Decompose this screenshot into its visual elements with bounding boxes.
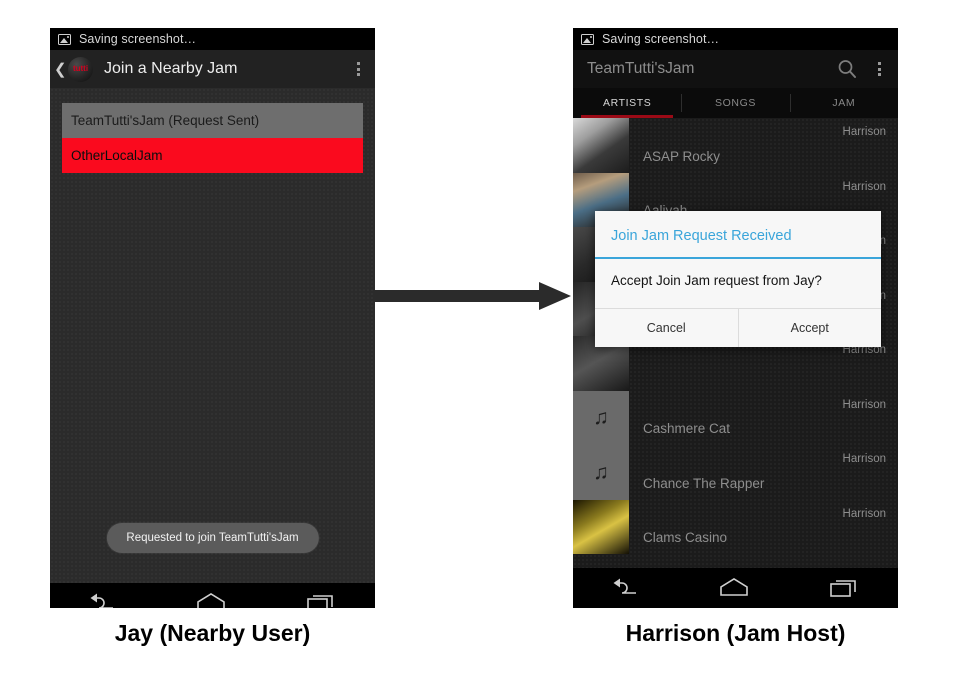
list-item[interactable]: TeamTutti'sJam (Request Sent): [62, 103, 363, 138]
nearby-jam-list: TeamTutti'sJam (Request Sent) OtherLocal…: [62, 103, 363, 173]
toast-message: Requested to join TeamTutti'sJam: [106, 523, 319, 553]
list-item[interactable]: OtherLocalJam: [62, 138, 363, 173]
dialog-title: Join Jam Request Received: [611, 228, 792, 244]
home-icon[interactable]: [194, 592, 228, 608]
dialog-message: Accept Join Jam request from Jay?: [611, 273, 822, 288]
page-title: Join a Nearby Jam: [104, 60, 238, 77]
search-icon[interactable]: [836, 58, 858, 80]
nav-bar-left: [50, 583, 375, 608]
tab-songs[interactable]: SONGS: [681, 88, 789, 118]
phone-harrison: Saving screenshot… TeamTutti'sJam ARTIST…: [573, 28, 898, 608]
recents-icon[interactable]: [828, 577, 860, 599]
flow-arrow-icon: [374, 280, 574, 314]
status-bar-text: Saving screenshot…: [79, 32, 197, 46]
join-jam-request-dialog: Join Jam Request Received Accept Join Ja…: [595, 211, 882, 348]
app-logo-text: tutti: [72, 64, 89, 73]
image-icon: [581, 33, 594, 45]
artist-list: Harrison ASAP Rocky Harrison Aaliyah Har…: [573, 118, 898, 568]
back-icon[interactable]: [88, 592, 118, 608]
jam-title: TeamTutti'sJam: [587, 60, 695, 77]
nearby-jam-body: TeamTutti'sJam (Request Sent) OtherLocal…: [50, 88, 375, 583]
back-icon[interactable]: [611, 577, 641, 599]
image-icon: [58, 33, 71, 45]
phone-jay: Saving screenshot… ❮ tutti Join a Nearby…: [50, 28, 375, 608]
status-bar-right: Saving screenshot…: [573, 28, 898, 50]
action-bar-right: TeamTutti'sJam: [573, 50, 898, 88]
app-logo-icon: tutti: [68, 56, 93, 82]
status-bar-left: Saving screenshot…: [50, 28, 375, 50]
accept-button[interactable]: Accept: [737, 309, 882, 348]
dialog-button-row: Cancel Accept: [595, 308, 882, 348]
nav-bar-right: [573, 568, 898, 608]
home-icon[interactable]: [717, 577, 751, 599]
overflow-menu-icon[interactable]: [872, 59, 886, 79]
caption-left: Jay (Nearby User): [114, 620, 311, 646]
tab-jam[interactable]: JAM: [789, 88, 898, 118]
back-chevron-icon[interactable]: ❮: [54, 62, 67, 77]
tab-bar: ARTISTS SONGS JAM: [573, 88, 898, 118]
action-bar-left: ❮ tutti Join a Nearby Jam: [50, 50, 375, 88]
status-bar-text: Saving screenshot…: [602, 32, 720, 46]
caption-right: Harrison (Jam Host): [625, 620, 846, 646]
recents-icon[interactable]: [305, 592, 337, 608]
cancel-button[interactable]: Cancel: [595, 309, 738, 347]
tab-artists[interactable]: ARTISTS: [573, 88, 681, 118]
overflow-menu-icon[interactable]: [351, 59, 365, 79]
